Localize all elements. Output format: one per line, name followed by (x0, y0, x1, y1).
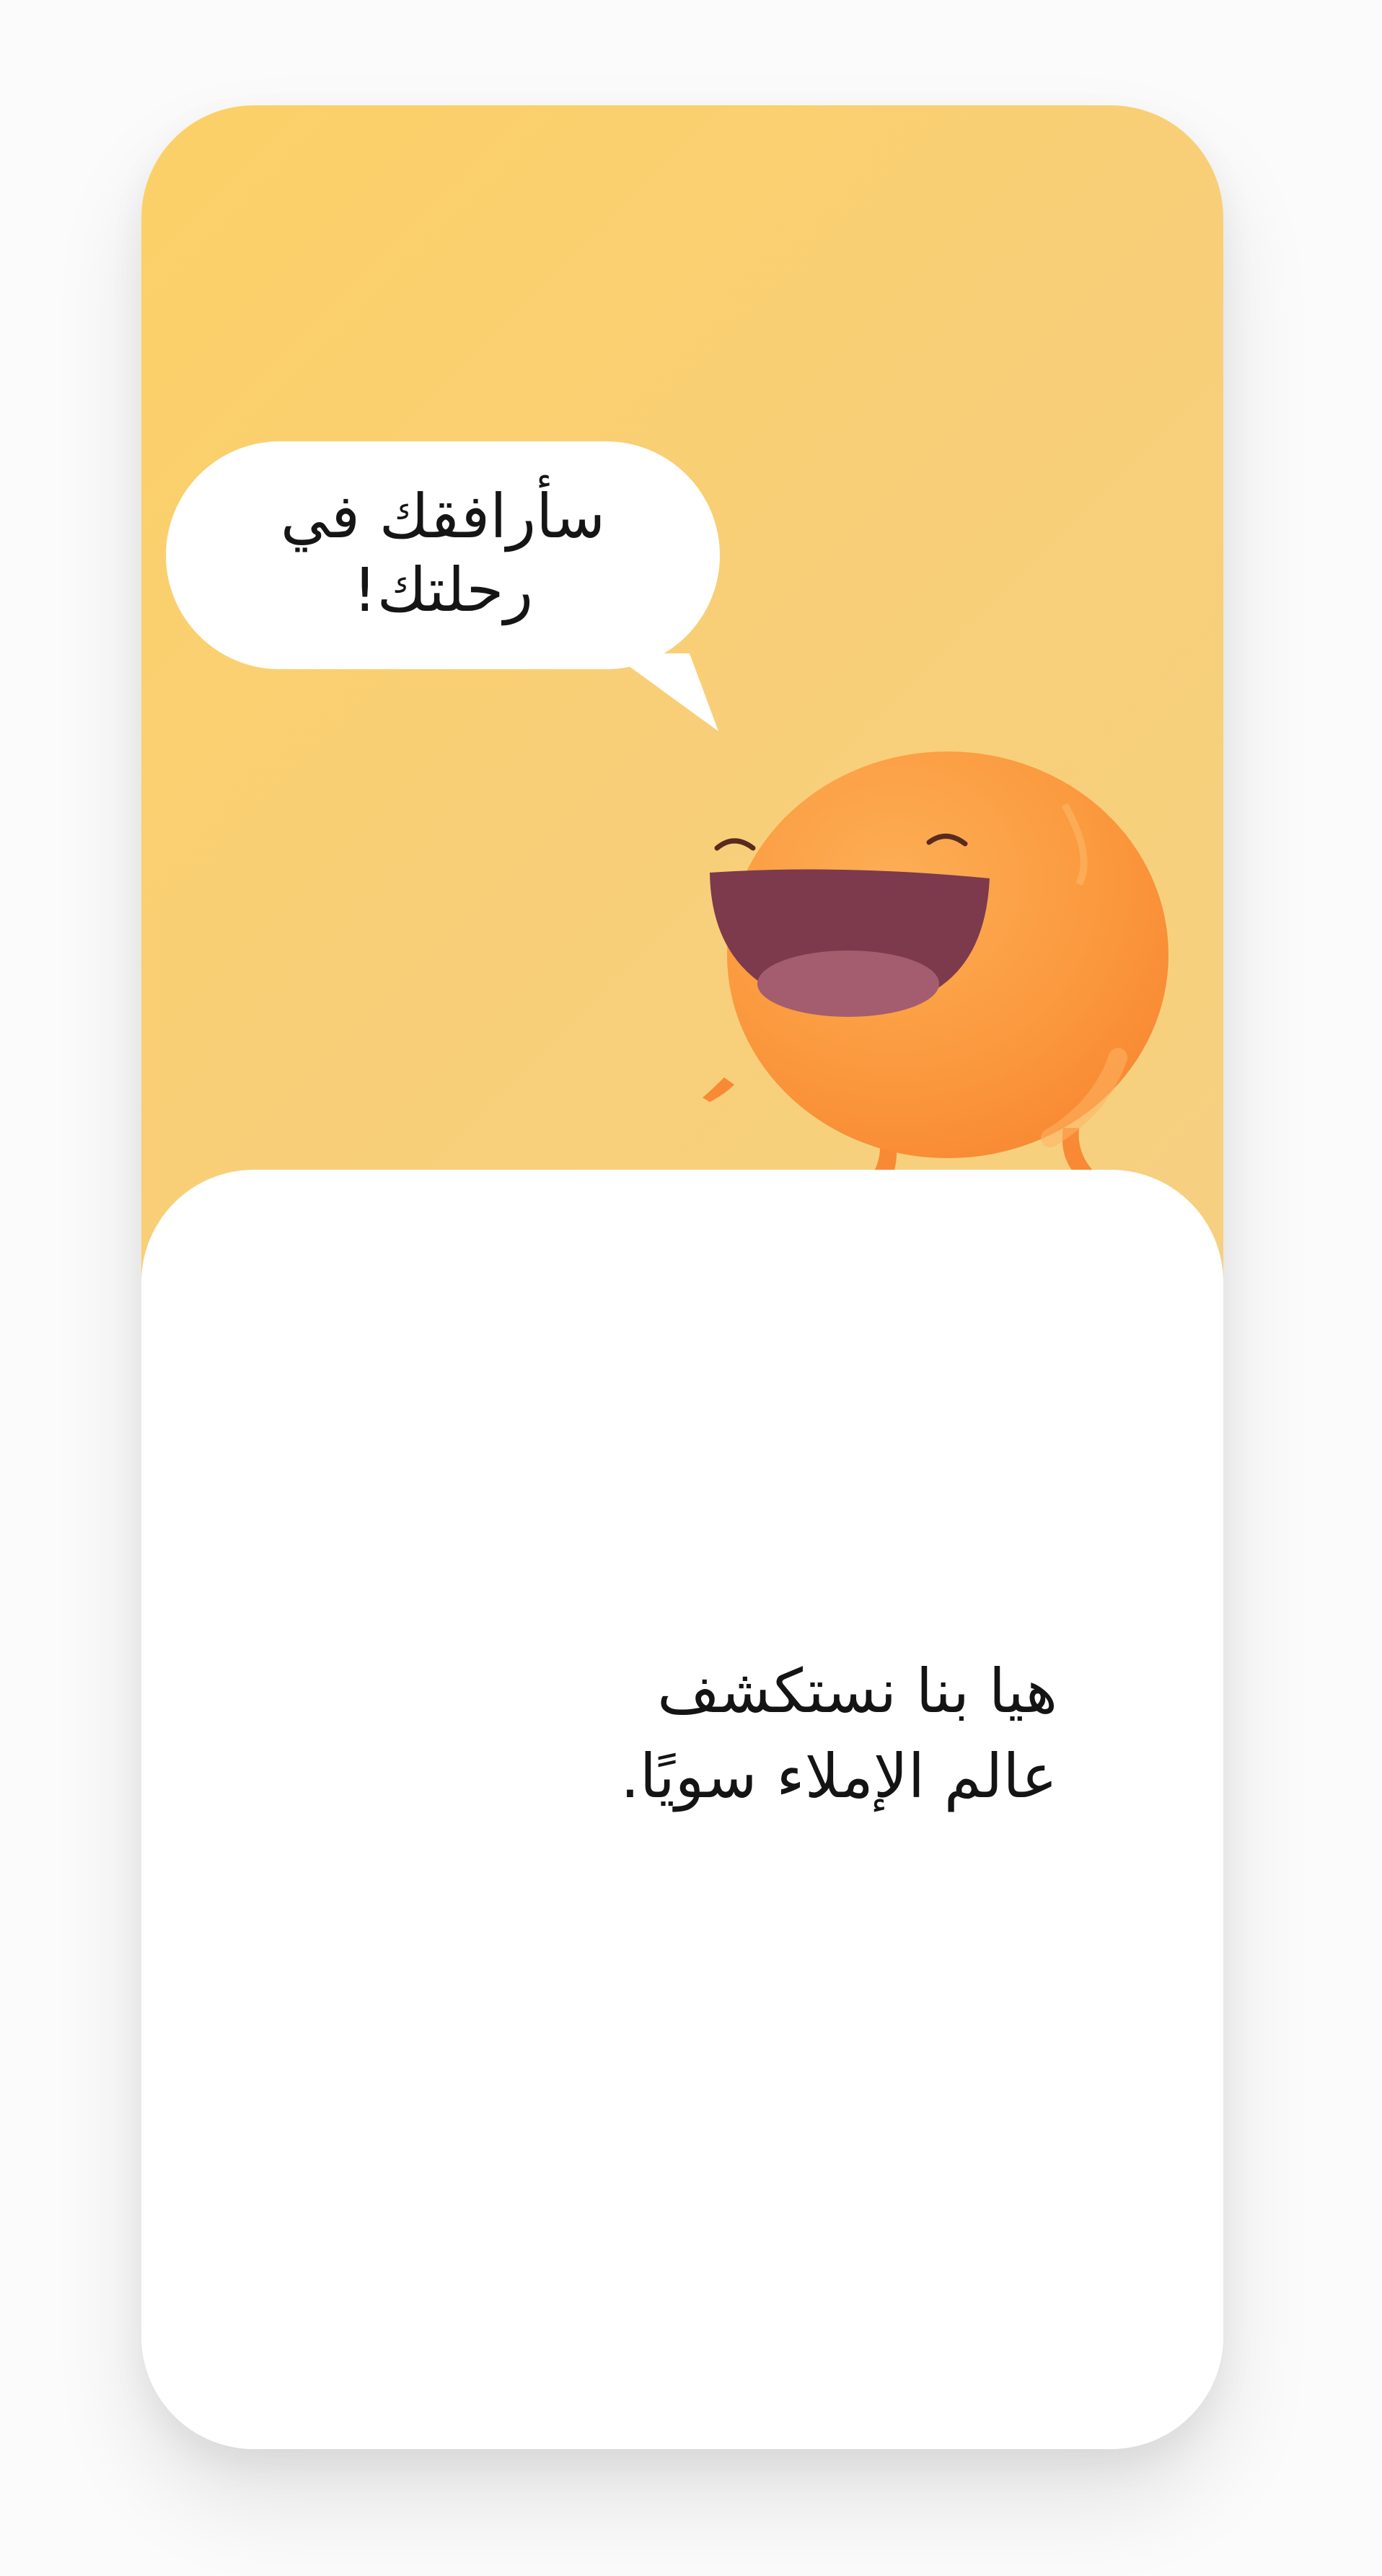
speech-bubble-line-1: سأرافقك في (280, 481, 606, 552)
intro-message-line-2: عالم الإملاء سويًا. (620, 1741, 1057, 1812)
speech-bubble-text: سأرافقك في رحلتك! (281, 480, 605, 627)
onboarding-screen: سأرافقك في رحلتك! هيا بنا نستكشف عالم ال… (141, 105, 1223, 2449)
smiling-orange-mascot-icon (703, 751, 1168, 1178)
speech-bubble: سأرافقك في رحلتك! (166, 441, 720, 669)
speech-bubble-line-2: رحلتك! (352, 555, 534, 625)
intro-message-line-1: هيا بنا نستكشف (657, 1656, 1057, 1726)
intro-message: هيا بنا نستكشف عالم الإملاء سويًا. (322, 1649, 1057, 1819)
